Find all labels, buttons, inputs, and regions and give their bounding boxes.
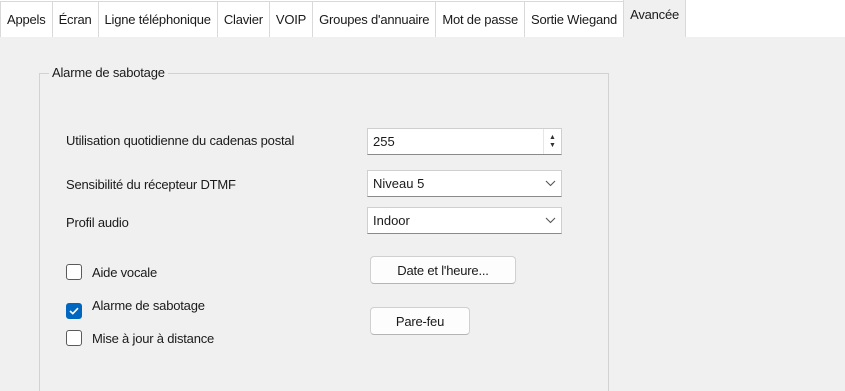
tab-panel-avancee: Alarme de sabotage Utilisation quotidien… (0, 37, 845, 391)
tab-groupes-annuaire[interactable]: Groupes d'annuaire (312, 1, 437, 37)
dtmf-sensitivity-label: Sensibilité du récepteur DTMF (66, 177, 236, 192)
chevron-down-icon[interactable] (539, 180, 561, 187)
tab-voip[interactable]: VOIP (268, 1, 314, 37)
audio-profile-select[interactable]: Indoor (367, 207, 562, 234)
tamper-alarm-label[interactable]: Alarme de sabotage (92, 298, 205, 313)
tab-ligne-telephonique[interactable]: Ligne téléphonique (97, 1, 218, 37)
checkmark-icon (69, 307, 79, 315)
firewall-button[interactable]: Pare-feu (370, 307, 470, 335)
spin-buttons[interactable]: ▲ ▼ (543, 129, 561, 154)
remote-update-label[interactable]: Mise à jour à distance (92, 331, 214, 346)
audio-profile-label: Profil audio (66, 215, 129, 230)
tab-appels[interactable]: Appels (0, 1, 53, 37)
dtmf-sensitivity-select[interactable]: Niveau 5 (367, 170, 562, 197)
datetime-button[interactable]: Date et l'heure... (370, 256, 516, 284)
chevron-down-icon[interactable] (539, 217, 561, 224)
spin-up-icon[interactable]: ▲ (549, 134, 556, 142)
remote-update-checkbox[interactable] (66, 330, 82, 346)
spin-down-icon[interactable]: ▼ (549, 142, 556, 150)
tab-bar: Appels Écran Ligne téléphonique Clavier … (0, 0, 845, 38)
postal-usage-label: Utilisation quotidienne du cadenas posta… (66, 133, 295, 148)
postal-usage-spinbox[interactable]: 255 ▲ ▼ (367, 128, 562, 155)
audio-profile-value: Indoor (373, 213, 410, 228)
group-title: Alarme de sabotage (49, 65, 168, 80)
postal-usage-value: 255 (373, 134, 395, 149)
tab-clavier[interactable]: Clavier (216, 1, 270, 37)
dtmf-sensitivity-value: Niveau 5 (373, 176, 425, 191)
tab-mot-de-passe[interactable]: Mot de passe (435, 1, 525, 37)
tab-avancee[interactable]: Avancée (623, 0, 687, 37)
tamper-alarm-checkbox[interactable] (66, 303, 82, 319)
tab-ecran[interactable]: Écran (51, 1, 99, 37)
tab-sortie-wiegand[interactable]: Sortie Wiegand (523, 1, 625, 37)
voice-aid-label[interactable]: Aide vocale (92, 265, 157, 280)
voice-aid-checkbox[interactable] (66, 264, 82, 280)
